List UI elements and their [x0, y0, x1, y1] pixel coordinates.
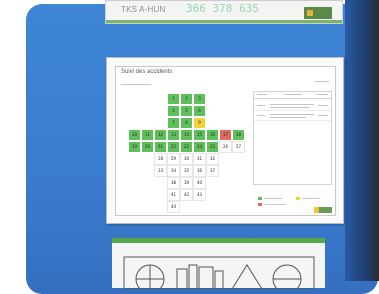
sheet-frame: Suivi des accidents 1 2 3 4 5 6 7 8 9 10 11 12 13 14 1…	[115, 66, 336, 216]
calendar-day-cell: 6	[193, 105, 206, 117]
board-edge	[345, 0, 379, 281]
top-sheet-phone: 366 378 635	[186, 2, 259, 15]
calendar-day-cell: 43	[193, 189, 206, 201]
calendar-day-cell: 9	[193, 117, 206, 129]
table-row	[254, 112, 331, 121]
calendar-day-cell: 18	[232, 129, 245, 141]
calendar-day-cell: 24	[193, 141, 206, 153]
calendar-day-cell: 39	[180, 177, 193, 189]
photo: TKS A-HUN 366 378 635 Suivi des accident…	[0, 0, 379, 294]
company-logo	[304, 7, 332, 19]
accident-tracking-sheet: Suivi des accidents 1 2 3 4 5 6 7 8 9 10 11 12 13 14 1…	[106, 57, 344, 224]
top-sheet: TKS A-HUN 366 378 635	[105, 0, 343, 24]
calendar-day-cell: 10	[128, 129, 141, 141]
calendar-day-cell: 5	[180, 105, 193, 117]
sheet-title: Suivi des accidents	[121, 69, 173, 75]
calendar-day-cell: 11	[141, 129, 154, 141]
calendar-day-cell: 25	[206, 141, 219, 153]
calendar-day-cell: 4	[167, 105, 180, 117]
footer-logo	[314, 207, 332, 213]
calendar-day-cell: 1	[167, 93, 180, 105]
calendar-day-cell: 14	[180, 129, 193, 141]
calendar-day-cell: 37	[206, 165, 219, 177]
calendar-day-cell: 34	[167, 165, 180, 177]
green-strip	[106, 20, 342, 23]
calendar-day-cell: 22	[167, 141, 180, 153]
calendar-day-cell: 33	[154, 165, 167, 177]
calendar-day-cell: 44	[167, 201, 180, 213]
calendar-day-cell: 23	[180, 141, 193, 153]
table-row	[254, 102, 331, 111]
calendar-day-cell: 3	[193, 93, 206, 105]
accident-table	[253, 91, 332, 185]
calendar-day-cell: 2	[180, 93, 193, 105]
calendar-day-cell: 26	[219, 141, 232, 153]
top-sheet-title: TKS A-HUN	[121, 5, 166, 14]
calendar-day-cell: 21	[154, 141, 167, 153]
calendar-day-cell: 40	[193, 177, 206, 189]
calendar-day-cell: 28	[154, 153, 167, 165]
table-header	[254, 92, 331, 99]
calendar-day-cell: 27	[232, 141, 245, 153]
calendar-day-cell: 7	[167, 117, 180, 129]
calendar-day-cell: 38	[167, 177, 180, 189]
calendar-day-cell: 15	[193, 129, 206, 141]
calendar-day-cell: 29	[167, 153, 180, 165]
technical-drawing	[123, 256, 315, 289]
calendar-day-cell: 31	[193, 153, 206, 165]
calendar-day-cell: 36	[193, 165, 206, 177]
calendar-day-cell: 13	[167, 129, 180, 141]
calendar-day-cell: 8	[180, 117, 193, 129]
calendar-day-cell: 32	[206, 153, 219, 165]
calendar-day-cell: 19	[128, 141, 141, 153]
calendar-day-cell: 17	[219, 129, 232, 141]
calendar-day-cell: 35	[180, 165, 193, 177]
calendar-cross: 1 2 3 4 5 6 7 8 9 10 11 12 13 14 15 16 17 18 19 20 21 22 23 24 2…	[128, 93, 245, 213]
calendar-day-cell: 41	[167, 189, 180, 201]
calendar-day-cell: 20	[141, 141, 154, 153]
calendar-day-cell: 16	[206, 129, 219, 141]
calendar-day-cell: 12	[154, 129, 167, 141]
calendar-day-cell: 42	[180, 189, 193, 201]
calendar-day-cell: 30	[180, 153, 193, 165]
